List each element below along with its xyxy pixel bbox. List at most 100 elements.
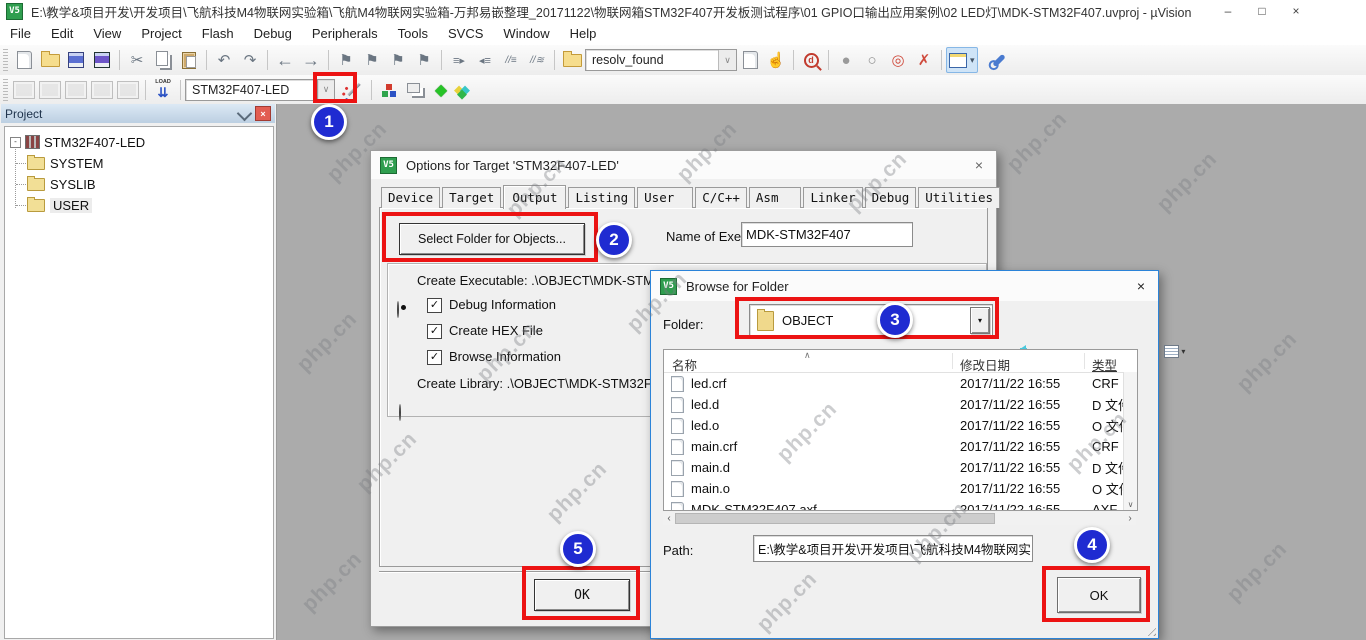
breakpoint-kill-icon[interactable]: ✗ bbox=[911, 48, 937, 72]
build-icon[interactable] bbox=[37, 78, 63, 102]
close-button[interactable]: × bbox=[1279, 1, 1313, 22]
bookmark-prev-icon[interactable]: ⚑ bbox=[359, 48, 385, 72]
tab-target[interactable]: Target bbox=[442, 187, 502, 208]
configure-dropdown-icon[interactable]: ▾ bbox=[970, 55, 975, 66]
file-row[interactable]: led.crf 2017/11/22 16:55 CRF bbox=[664, 373, 1137, 394]
target-select-value[interactable]: STM32F407-LED bbox=[186, 83, 316, 97]
undo-icon[interactable]: ↶ bbox=[211, 48, 237, 72]
tree-root-label[interactable]: STM32F407-LED bbox=[44, 135, 145, 150]
tab-output[interactable]: Output bbox=[503, 185, 567, 209]
tab-asm[interactable]: Asm bbox=[748, 187, 802, 208]
options-dialog-titlebar[interactable]: V5 Options for Target 'STM32F407-LED' × bbox=[371, 151, 996, 179]
menu-file[interactable]: File bbox=[0, 24, 41, 43]
breakpoint-disable-icon[interactable]: ◎ bbox=[885, 48, 911, 72]
tab-linker[interactable]: Linker bbox=[803, 187, 863, 208]
menu-edit[interactable]: Edit bbox=[41, 24, 83, 43]
menu-debug[interactable]: Debug bbox=[244, 24, 302, 43]
project-panel-titlebar[interactable]: Project × bbox=[1, 104, 275, 123]
find-folder-icon[interactable] bbox=[559, 48, 585, 72]
column-name-header[interactable]: 名称 bbox=[672, 355, 697, 374]
create-hex-file-checkbox[interactable]: ✓ bbox=[427, 324, 442, 339]
file-row[interactable]: led.o 2017/11/22 16:55 O 文件 bbox=[664, 415, 1137, 436]
manage-runtime-environment-icon[interactable]: ◆ ◆ ◆ bbox=[454, 81, 472, 101]
menu-help[interactable]: Help bbox=[560, 24, 607, 43]
menu-tools[interactable]: Tools bbox=[388, 24, 438, 43]
column-date-header[interactable]: 修改日期 bbox=[960, 355, 1010, 374]
column-type-header[interactable]: 类型 bbox=[1092, 355, 1117, 374]
menu-peripherals[interactable]: Peripherals bbox=[302, 24, 388, 43]
rebuild-icon[interactable] bbox=[63, 78, 89, 102]
new-file-icon[interactable] bbox=[11, 48, 37, 72]
tree-folder-row[interactable]: SYSLIB bbox=[16, 175, 96, 193]
save-icon[interactable] bbox=[63, 48, 89, 72]
tree-root-row[interactable]: - STM32F407-LED bbox=[10, 133, 145, 151]
breakpoint-gray-icon[interactable]: ● bbox=[833, 48, 859, 72]
browse-information-checkbox[interactable]: ✓ bbox=[427, 350, 442, 365]
redo-icon[interactable]: ↷ bbox=[237, 48, 263, 72]
file-row[interactable]: main.o 2017/11/22 16:55 O 文件 bbox=[664, 478, 1137, 499]
paste-icon[interactable] bbox=[176, 48, 202, 72]
batch-build-icon[interactable] bbox=[89, 78, 115, 102]
browse-dialog-close-icon[interactable]: × bbox=[1124, 271, 1158, 301]
scrollbar-thumb[interactable] bbox=[675, 513, 995, 524]
open-file-icon[interactable] bbox=[37, 48, 63, 72]
name-of-executable-input[interactable]: MDK-STM32F407 bbox=[741, 222, 913, 247]
navigate-forward-icon[interactable]: → bbox=[298, 48, 324, 72]
create-executable-radio[interactable] bbox=[397, 301, 399, 318]
translate-file-icon[interactable] bbox=[11, 78, 37, 102]
tree-folder-label[interactable]: SYSTEM bbox=[50, 156, 103, 171]
copy-icon[interactable] bbox=[150, 48, 176, 72]
scroll-down-icon[interactable]: ∨ bbox=[1124, 500, 1137, 509]
find-combo-dropdown-icon[interactable]: ∨ bbox=[718, 50, 736, 70]
tree-folder-label[interactable]: SYSLIB bbox=[50, 177, 96, 192]
find-text-value[interactable]: resolv_found bbox=[586, 53, 718, 67]
tab-listing[interactable]: Listing bbox=[568, 187, 636, 208]
file-list-horizontal-scrollbar[interactable]: ‹ › bbox=[663, 512, 1136, 525]
find-in-files-icon[interactable] bbox=[737, 48, 763, 72]
file-list-vertical-scrollbar[interactable]: ∨ bbox=[1123, 372, 1137, 510]
grab-hand-icon[interactable]: ☝ bbox=[763, 48, 789, 72]
breakpoint-empty-icon[interactable]: ○ bbox=[859, 48, 885, 72]
file-row[interactable]: main.crf 2017/11/22 16:55 CRF bbox=[664, 436, 1137, 457]
uncomment-icon[interactable]: //≋ bbox=[524, 48, 550, 72]
tree-collapse-icon[interactable]: - bbox=[10, 136, 21, 148]
tree-folder-row[interactable]: SYSTEM bbox=[16, 154, 103, 172]
configure-wrench-icon[interactable] bbox=[986, 48, 1012, 72]
download-flash-icon[interactable]: LOAD ⇊ bbox=[150, 78, 176, 102]
pin-icon[interactable] bbox=[236, 105, 253, 122]
view-menu-icon[interactable]: ▾ bbox=[1164, 342, 1186, 360]
path-input[interactable]: E:\教学&项目开发\开发项目\飞航科技M4物联网实 bbox=[753, 535, 1033, 562]
indent-left-icon[interactable]: ◂≡ bbox=[472, 48, 498, 72]
cut-icon[interactable]: ✂ bbox=[124, 48, 150, 72]
file-row[interactable]: main.d 2017/11/22 16:55 D 文件 bbox=[664, 457, 1137, 478]
tab-device[interactable]: Device bbox=[381, 187, 441, 208]
multi-project-workspace-icon[interactable] bbox=[402, 78, 428, 102]
file-row[interactable]: led.d 2017/11/22 16:55 D 文件 bbox=[664, 394, 1137, 415]
bookmark-toggle-icon[interactable]: ⚑ bbox=[333, 48, 359, 72]
comment-icon[interactable]: //≡ bbox=[498, 48, 524, 72]
scroll-right-icon[interactable]: › bbox=[1124, 513, 1136, 524]
maximize-button[interactable]: □ bbox=[1245, 1, 1279, 22]
configure-target-toggle[interactable]: ▾ bbox=[946, 47, 978, 73]
save-all-icon[interactable] bbox=[89, 48, 115, 72]
find-text-combo[interactable]: resolv_found ∨ bbox=[585, 49, 737, 71]
resize-grip[interactable] bbox=[1144, 624, 1156, 636]
file-row[interactable]: MDK-STM32F407.axf 2017/11/22 16:55 AXF bbox=[664, 499, 1137, 510]
bookmark-next-icon[interactable]: ⚑ bbox=[385, 48, 411, 72]
scroll-left-icon[interactable]: ‹ bbox=[663, 513, 675, 524]
tree-folder-row[interactable]: USER bbox=[16, 196, 93, 214]
project-panel-close-icon[interactable]: × bbox=[255, 106, 271, 121]
menu-svcs[interactable]: SVCS bbox=[438, 24, 493, 43]
tab-debug[interactable]: Debug bbox=[864, 187, 917, 208]
indent-right-icon[interactable]: ≡▸ bbox=[446, 48, 472, 72]
select-software-packs-icon[interactable]: ◆ bbox=[428, 78, 454, 102]
create-library-radio[interactable] bbox=[399, 404, 401, 421]
tab-user[interactable]: User bbox=[637, 187, 694, 208]
bookmark-clear-icon[interactable]: ⚑ bbox=[411, 48, 437, 72]
folder-file-list[interactable]: ∧ 名称 修改日期 类型 led.crf 2017/11/22 16:55 CR… bbox=[663, 349, 1138, 511]
menu-project[interactable]: Project bbox=[131, 24, 191, 43]
options-dialog-close-icon[interactable]: × bbox=[962, 151, 996, 179]
minimize-button[interactable]: – bbox=[1211, 1, 1245, 22]
stop-build-icon[interactable] bbox=[115, 78, 141, 102]
debug-information-checkbox[interactable]: ✓ bbox=[427, 298, 442, 313]
